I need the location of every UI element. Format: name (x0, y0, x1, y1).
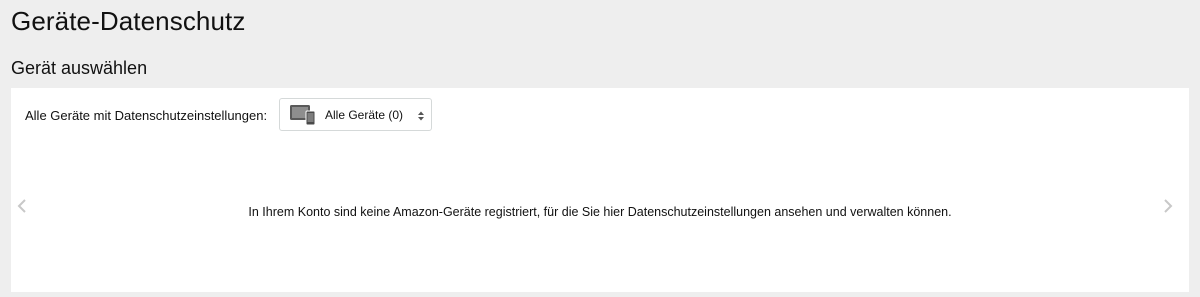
device-panel: Alle Geräte mit Datenschutzeinstellungen… (11, 88, 1189, 292)
page-title: Geräte-Datenschutz (11, 6, 246, 36)
device-filter-label: Alle Geräte mit Datenschutzeinstellungen… (25, 108, 268, 123)
section-title-select-device: Gerät auswählen (11, 58, 148, 78)
device-select-value: Alle Geräte (0) (325, 108, 404, 122)
empty-state-message: In Ihrem Konto sind keine Amazon-Geräte … (248, 205, 952, 219)
chevron-right-icon[interactable] (1162, 198, 1174, 214)
devices-icon (289, 104, 319, 126)
updown-arrows-icon (417, 109, 425, 121)
device-select-dropdown[interactable]: Alle Geräte (0) (279, 98, 432, 131)
